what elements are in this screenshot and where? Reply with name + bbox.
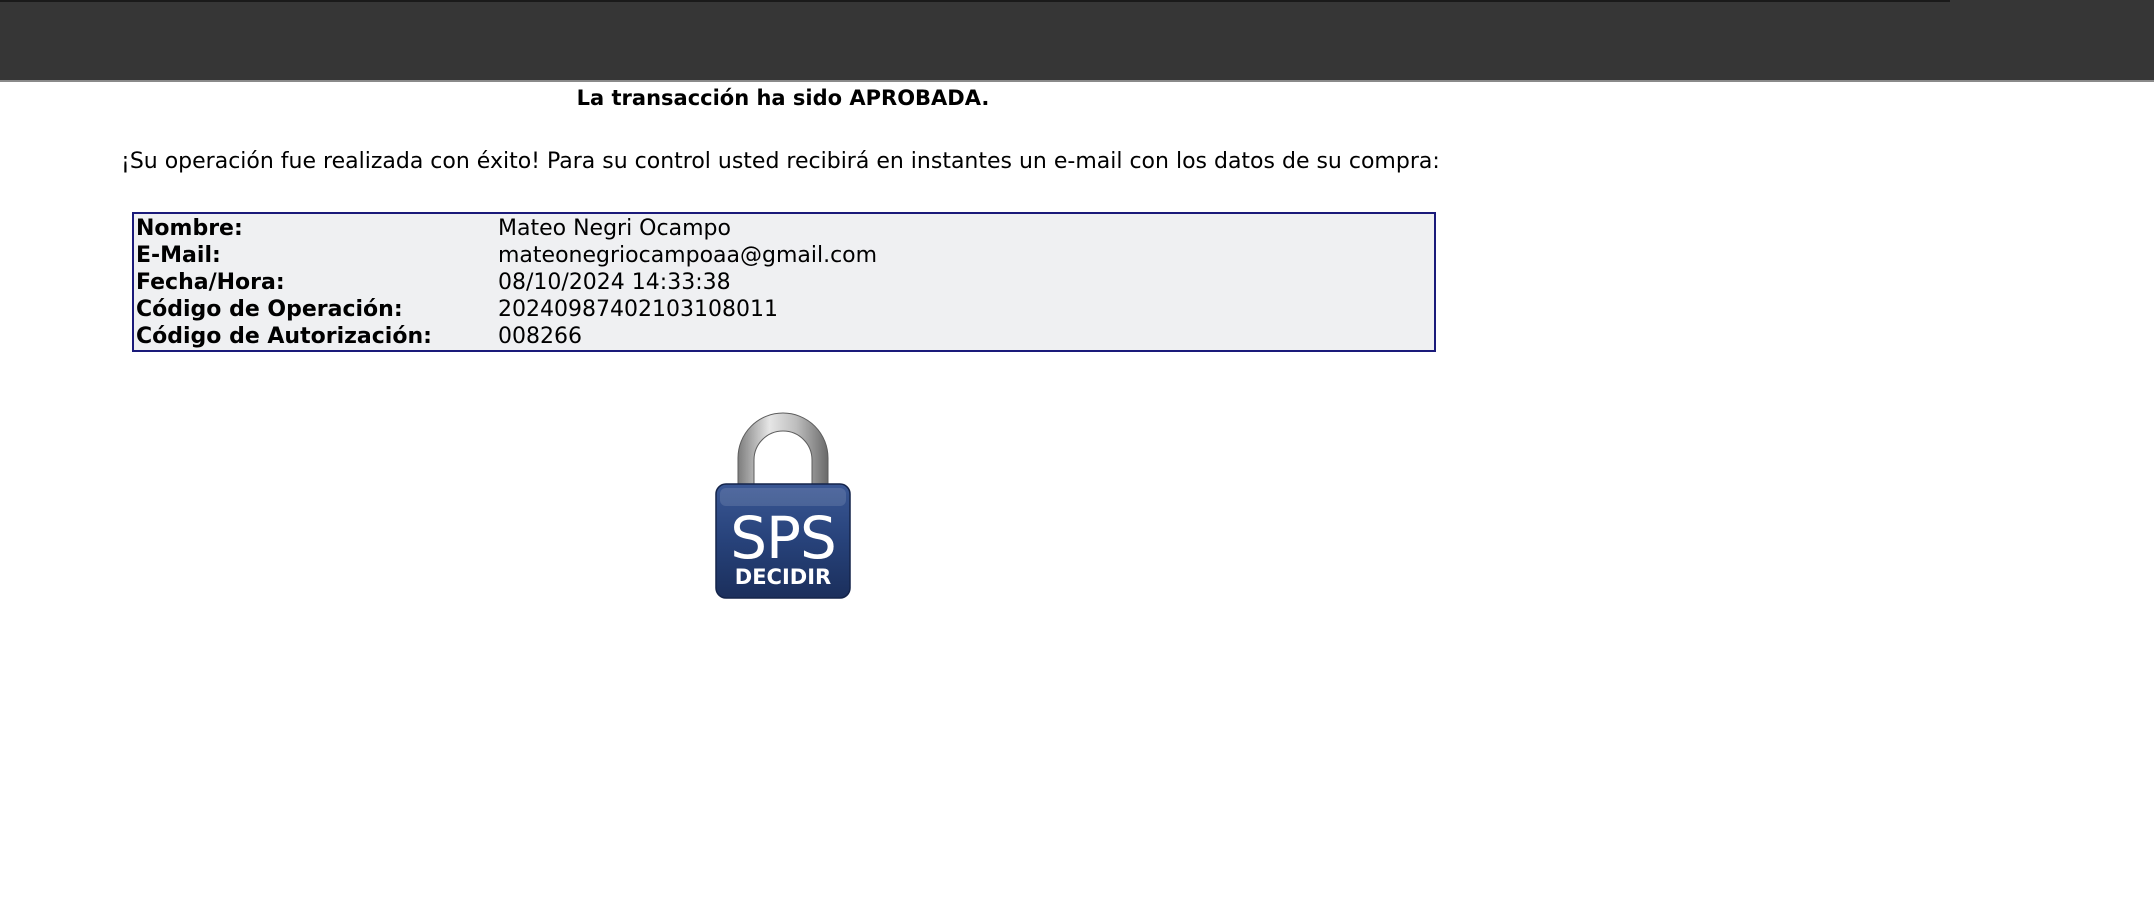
detail-value: 20240987402103108011 — [498, 297, 778, 322]
transaction-details-table: Nombre: Mateo Negri Ocampo E-Mail: mateo… — [132, 212, 1436, 352]
detail-row-datetime: Fecha/Hora: 08/10/2024 14:33:38 — [134, 269, 1434, 296]
detail-label: Código de Operación: — [136, 297, 403, 322]
detail-row-name: Nombre: Mateo Negri Ocampo — [134, 215, 1434, 242]
success-message: ¡Su operación fue realizada con éxito! P… — [121, 149, 1440, 174]
top-bar — [0, 0, 2154, 82]
detail-row-email: E-Mail: mateonegriocampoaa@gmail.com — [134, 242, 1434, 269]
badge-text-decidir: DECIDIR — [735, 565, 831, 589]
top-bar-edge — [0, 0, 1950, 2]
detail-value: Mateo Negri Ocampo — [498, 216, 731, 241]
detail-label: Código de Autorización: — [136, 324, 432, 349]
detail-row-operation-code: Código de Operación: 2024098740210310801… — [134, 296, 1434, 323]
detail-value: 008266 — [498, 324, 582, 349]
detail-label: Fecha/Hora: — [136, 270, 285, 295]
detail-value: mateonegriocampoaa@gmail.com — [498, 243, 878, 268]
badge-text-sps: SPS — [730, 504, 836, 572]
padlock-shackle — [737, 412, 829, 491]
sps-decidir-padlock-icon: SPS DECIDIR — [714, 408, 852, 600]
detail-label: E-Mail: — [136, 243, 221, 268]
page-title: La transacción ha sido APROBADA. — [576, 86, 990, 110]
detail-value: 08/10/2024 14:33:38 — [498, 270, 731, 295]
detail-label: Nombre: — [136, 216, 243, 241]
detail-row-authorization-code: Código de Autorización: 008266 — [134, 323, 1434, 350]
